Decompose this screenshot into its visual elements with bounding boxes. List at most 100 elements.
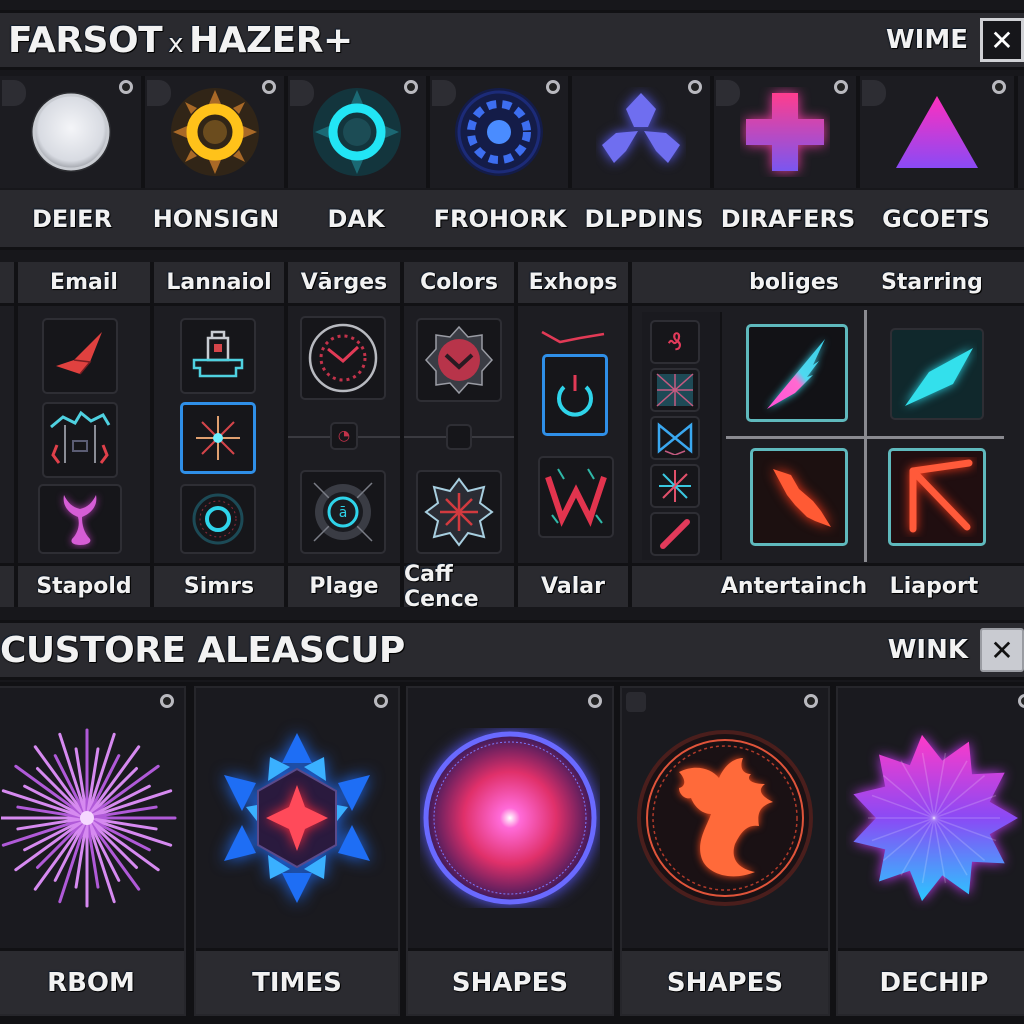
blue-gear-orb-icon [455, 88, 543, 176]
radio-icon[interactable] [404, 80, 418, 94]
card-label: SHAPES [408, 948, 612, 1014]
column-stub [0, 262, 14, 607]
bottom-card-row: RBOM TIMES SHAPES SHAPES DECHIP [0, 682, 1024, 1024]
golden-ring-icon [170, 88, 259, 176]
window-title: CUSTORE ALEASCUP [0, 629, 405, 671]
column-colors: Colors Caff Cence [404, 262, 514, 612]
effect-card[interactable]: RBOM [0, 686, 186, 1016]
column-header[interactable]: Exhops [518, 262, 628, 306]
middle-grid: Email Stapold Lannaiol Simrs Vārges ◔ ā … [0, 262, 1024, 612]
close-button[interactable]: ✕ [980, 18, 1024, 62]
mini-tile[interactable] [650, 464, 700, 508]
top-item[interactable] [714, 76, 860, 188]
column-footer[interactable]: Valar [518, 563, 628, 607]
window-titlebar-top: FARSOT x HAZER+ WIME ✕ [0, 10, 1024, 70]
icon-tile[interactable] [42, 318, 118, 394]
close-button[interactable]: ✕ [980, 628, 1024, 672]
radio-icon[interactable] [546, 80, 560, 94]
effect-card[interactable]: DECHIP [836, 686, 1024, 1016]
column-footer[interactable]: Stapold [18, 563, 150, 607]
icon-tile-selected[interactable] [180, 402, 256, 474]
radio-icon[interactable] [834, 80, 848, 94]
column-header[interactable]: Colors [404, 262, 514, 306]
top-item-label[interactable]: DLPDINS [584, 205, 703, 233]
tab-notch [432, 80, 456, 106]
icon-tile[interactable] [180, 318, 256, 394]
effect-card[interactable]: TIMES [194, 686, 400, 1016]
top-item-label[interactable]: DIRAFERS [721, 205, 855, 233]
column-header[interactable]: Starring [881, 270, 983, 295]
empty-slot-icon[interactable] [446, 424, 472, 450]
icon-tile[interactable] [42, 402, 118, 478]
column-footer[interactable]: Antertainch [721, 574, 867, 599]
icon-tile[interactable] [38, 484, 122, 554]
column-footer[interactable]: Caff Cence [404, 562, 514, 612]
top-item-label[interactable]: FROHORK [434, 205, 567, 233]
top-item[interactable] [572, 76, 714, 188]
column-exhops: Exhops Valar [518, 262, 628, 607]
column-header[interactable]: Email [18, 262, 150, 306]
column-header-empty [0, 262, 14, 306]
column-footer[interactable]: Plage [288, 563, 400, 607]
top-item-label[interactable]: DEIER [32, 205, 112, 233]
fire-dragon-seal-icon [637, 730, 813, 906]
small-tile[interactable]: ◔ [330, 422, 358, 450]
top-item[interactable] [288, 76, 430, 188]
quad-tile[interactable] [888, 448, 986, 546]
column-footer[interactable]: Simrs [154, 563, 284, 607]
title-part-right: HAZER+ [189, 19, 353, 61]
quad-tile[interactable] [746, 324, 848, 422]
cyan-rune-sun-icon: ā [313, 482, 373, 542]
card-label: TIMES [196, 948, 398, 1014]
snowflake-icon [659, 470, 691, 502]
top-item[interactable] [860, 76, 1018, 188]
effect-card[interactable]: SHAPES [406, 686, 614, 1016]
window-mode-label: WIME [886, 25, 968, 55]
icon-tile-selected[interactable] [542, 354, 608, 436]
title-separator: x [168, 28, 184, 59]
icon-tile[interactable] [416, 318, 502, 402]
top-item[interactable] [430, 76, 572, 188]
radio-icon[interactable] [688, 80, 702, 94]
cyan-crystal-icon [905, 348, 973, 406]
arch-gate-icon [50, 410, 111, 464]
mini-tile[interactable]: ₰ [650, 320, 700, 364]
tab-notch [716, 80, 740, 106]
icon-tile[interactable]: ā [300, 470, 386, 554]
column-header[interactable]: Vārges [288, 262, 400, 306]
top-item[interactable] [0, 76, 145, 188]
icon-tile[interactable] [300, 316, 386, 400]
column-header[interactable]: boliges [749, 270, 839, 295]
purple-bloom-icon [853, 734, 1018, 902]
radio-icon[interactable] [992, 80, 1006, 94]
spark-burst-icon [196, 416, 240, 460]
icon-tile[interactable] [416, 470, 502, 554]
pink-tree-icon [63, 495, 97, 545]
close-icon: ✕ [990, 23, 1014, 57]
card-label: DECHIP [838, 948, 1024, 1014]
top-item-label[interactable]: HONSIGN [153, 205, 280, 233]
column-footer-empty [0, 563, 14, 607]
radio-icon[interactable] [119, 80, 133, 94]
red-slash-icon [660, 519, 690, 549]
quad-tile[interactable] [750, 448, 848, 546]
red-origami-icon [56, 332, 102, 375]
icon-tile[interactable] [180, 484, 256, 554]
quad-tile[interactable] [890, 328, 984, 420]
violet-firework-icon [1, 728, 177, 908]
small-red-glyph-icon: ◔ [337, 428, 351, 444]
tab-notch [290, 80, 314, 106]
column-footer[interactable]: Liaport [890, 574, 979, 599]
mini-tile[interactable] [650, 416, 700, 460]
top-item-partial [1018, 76, 1024, 188]
mini-tile[interactable] [650, 512, 700, 556]
column-header[interactable]: Lannaiol [154, 262, 284, 306]
top-item-label[interactable]: DAK [327, 205, 384, 233]
icon-tile[interactable] [538, 456, 614, 538]
orange-arrow-fish-icon [773, 469, 831, 527]
radio-icon[interactable] [262, 80, 276, 94]
mini-tile[interactable] [650, 368, 700, 412]
top-item-label[interactable]: GCOETS [882, 205, 990, 233]
effect-card[interactable]: SHAPES [620, 686, 830, 1016]
top-item[interactable] [145, 76, 288, 188]
